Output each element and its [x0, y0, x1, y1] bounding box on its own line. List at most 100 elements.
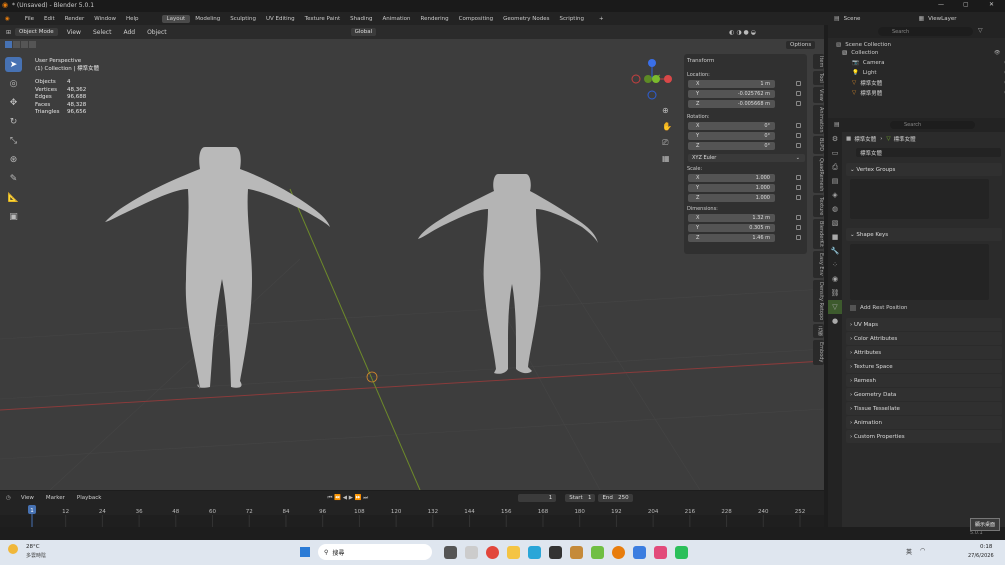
select-box-icon[interactable]: ➤ [5, 57, 22, 72]
outliner-item[interactable]: ▧ Collection 👁 [842, 48, 1005, 58]
location-z[interactable]: Z -0.005668 m [688, 100, 801, 108]
lock-icon[interactable] [796, 225, 801, 230]
start-icon[interactable] [300, 547, 310, 557]
editor-type-icon[interactable]: ⊞ [6, 29, 11, 36]
scale-x[interactable]: X 1.000 [688, 174, 801, 182]
section-attributes[interactable]: › Attributes [846, 346, 1002, 359]
camera-view-icon[interactable]: ⎚ [662, 135, 672, 151]
lock-icon[interactable] [796, 185, 801, 190]
section-geometry-data[interactable]: › Geometry Data [846, 388, 1002, 401]
dimension-z[interactable]: Z 1.46 m [688, 234, 801, 242]
add-workspace-icon[interactable]: + [594, 16, 609, 22]
properties-search[interactable]: Search [890, 121, 975, 129]
lock-icon[interactable] [796, 215, 801, 220]
timeline-menu-playback[interactable]: Playback [77, 495, 102, 501]
sidebar-tab-3[interactable]: Animation [813, 104, 824, 135]
sidebar-tab-11[interactable]: Embody [813, 340, 824, 365]
visibility-eye-icon[interactable]: 👁 [994, 50, 1000, 56]
shape-keys-list[interactable] [850, 244, 989, 300]
data-tab-icon[interactable]: ▽ [828, 300, 842, 314]
app3-icon[interactable] [591, 546, 604, 559]
sidebar-tab-6[interactable]: Texture [813, 194, 824, 218]
lock-icon[interactable] [796, 133, 801, 138]
viewport-menu-object[interactable]: Object [147, 29, 167, 36]
close-icon[interactable]: ✕ [989, 1, 994, 8]
lock-icon[interactable] [796, 175, 801, 180]
tab-uv-editing[interactable]: UV Editing [261, 15, 300, 23]
edge-icon[interactable] [528, 546, 541, 559]
timeline-menu-marker[interactable]: Marker [46, 495, 65, 501]
minimize-icon[interactable]: — [938, 1, 944, 8]
add-rest-checkbox[interactable] [850, 305, 856, 311]
constraints-tab-icon[interactable]: ⛓ [828, 286, 842, 300]
properties-editor-icon[interactable]: ▤ [834, 121, 840, 128]
dimension-x[interactable]: X 1.32 m [688, 214, 801, 222]
location-x[interactable]: X 1 m [688, 80, 801, 88]
select-subtract-icon[interactable] [21, 41, 28, 48]
particles-tab-icon[interactable]: ⁘ [828, 258, 842, 272]
modifier-tab-icon[interactable]: 🔧 [828, 244, 842, 258]
cursor-icon[interactable]: ◎ [5, 76, 22, 91]
lock-icon[interactable] [796, 81, 801, 86]
rotate-icon[interactable]: ↻ [5, 114, 22, 129]
section-tissue-tessellate[interactable]: › Tissue Tessellate [846, 402, 1002, 415]
sidebar-tab-10[interactable]: 元模 [813, 324, 824, 339]
tab-layout[interactable]: Layout [161, 14, 191, 23]
select-new-icon[interactable] [5, 41, 12, 48]
physics-tab-icon[interactable]: ◉ [828, 272, 842, 286]
add-rest-row[interactable]: Add Rest Position [850, 305, 1005, 311]
viewport-menu-select[interactable]: Select [93, 29, 112, 36]
sidebar-tab-4[interactable]: BLPD [813, 136, 824, 154]
sidebar-tab-5[interactable]: QuadRemesh [813, 155, 824, 193]
lock-icon[interactable] [796, 91, 801, 96]
sidebar-tab-8[interactable]: Easy Env [813, 251, 824, 278]
current-frame-field[interactable]: 1 [518, 494, 557, 502]
lock-icon[interactable] [796, 101, 801, 106]
app2-icon[interactable] [570, 546, 583, 559]
filter-icon[interactable]: ▽ [978, 27, 983, 34]
timeline-editor-icon[interactable]: ◷ [6, 495, 11, 501]
app5-icon[interactable] [654, 546, 667, 559]
tool-tab-icon[interactable]: ⚙ [828, 132, 842, 146]
options-dropdown[interactable]: Options [786, 41, 816, 49]
sidebar-tab-2[interactable]: View [813, 87, 824, 103]
timeline-menu-view[interactable]: View [21, 495, 34, 501]
blender-taskbar-icon[interactable] [612, 546, 625, 559]
menu-edit[interactable]: Edit [39, 16, 60, 22]
blender-menu-icon[interactable]: ◉ [0, 16, 15, 22]
render-tab-icon[interactable]: ▭ [828, 146, 842, 160]
scene-tab-icon[interactable]: ◈ [828, 188, 842, 202]
scene-name[interactable]: Scene [844, 16, 861, 22]
material-tab-icon[interactable]: ● [828, 314, 842, 328]
collection-tab-icon[interactable]: ▧ [828, 216, 842, 230]
clock-date[interactable]: 27/6/2026 [968, 553, 994, 559]
view-layer-tab-icon[interactable]: ▤ [828, 174, 842, 188]
scale-icon[interactable]: ⤡ [5, 133, 22, 148]
tab-modeling[interactable]: Modeling [190, 15, 225, 23]
dimension-y[interactable]: Y 0.305 m [688, 224, 801, 232]
scale-z[interactable]: Z 1.000 [688, 194, 801, 202]
input-language[interactable]: 英 [906, 547, 912, 556]
mesh-name-field[interactable]: 標準女體 [856, 148, 1001, 157]
rotation-z[interactable]: Z 0° [688, 142, 801, 150]
annotate-icon[interactable]: ✎ [5, 171, 22, 186]
section-texture-space[interactable]: › Texture Space [846, 360, 1002, 373]
section-uv-maps[interactable]: › UV Maps [846, 318, 1002, 331]
task-view-icon[interactable] [444, 546, 457, 559]
transform-icon[interactable]: ⊛ [5, 152, 22, 167]
lock-icon[interactable] [796, 235, 801, 240]
object-tab-icon[interactable]: ■ [828, 230, 842, 244]
sidebar-tab-0[interactable]: Item [813, 54, 824, 70]
vertex-groups-list[interactable] [850, 179, 989, 219]
file-explorer-icon[interactable] [507, 546, 520, 559]
app4-icon[interactable] [633, 546, 646, 559]
add-cube-icon[interactable]: ▣ [5, 209, 22, 224]
lock-icon[interactable] [796, 123, 801, 128]
section-color-attributes[interactable]: › Color Attributes [846, 332, 1002, 345]
lock-icon[interactable] [796, 195, 801, 200]
tab-shading[interactable]: Shading [345, 15, 377, 23]
outliner-item[interactable]: ▽標準女體👁 [852, 78, 1005, 88]
location-y[interactable]: Y -0.025762 m [688, 90, 801, 98]
move-icon[interactable]: ✥ [5, 95, 22, 110]
section-remesh[interactable]: › Remesh [846, 374, 1002, 387]
